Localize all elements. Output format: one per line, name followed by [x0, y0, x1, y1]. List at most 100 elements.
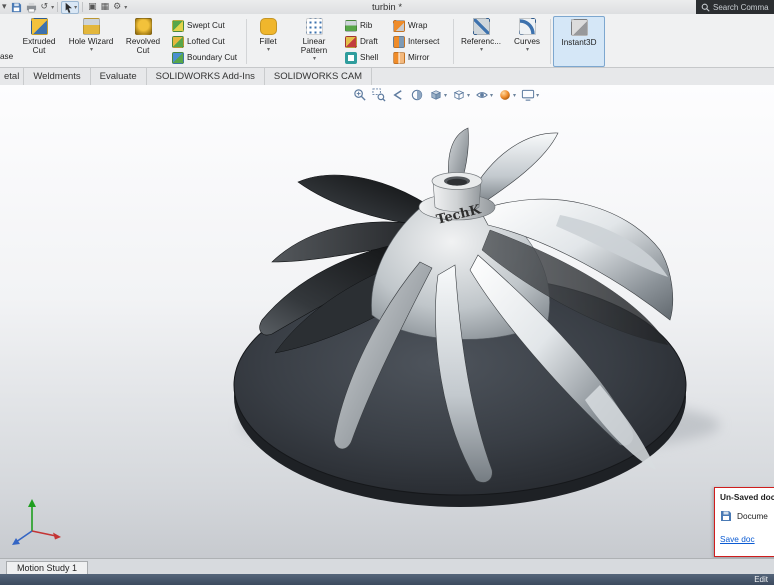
button-label: Curves: [514, 37, 540, 46]
extruded-cut-icon: [30, 18, 48, 35]
model-canvas: TechK: [12, 127, 720, 545]
button-label: Fillet: [259, 37, 277, 46]
status-bar: Edit: [0, 574, 774, 585]
group-divider: [246, 19, 247, 64]
undo-dropdown-icon[interactable]: ▾: [51, 4, 54, 11]
tab-solidworks-cam[interactable]: SOLIDWORKS CAM: [265, 68, 373, 85]
dropdown-arrow-icon[interactable]: ▾: [480, 46, 483, 53]
menu-chevron-icon[interactable]: ▾: [0, 1, 9, 13]
intersect-button[interactable]: Intersect: [391, 34, 449, 49]
graphics-viewport[interactable]: TechK ▾ ▾ ▾ ▾ ▾: [0, 85, 774, 558]
revolved-cut-button[interactable]: Revolved Cut: [118, 16, 168, 67]
section-view-icon[interactable]: [410, 88, 424, 102]
draft-icon: [345, 35, 357, 48]
save-icon[interactable]: [9, 1, 24, 13]
button-label: Extruded Cut: [22, 37, 56, 56]
fillet-button[interactable]: Fillet ▾: [249, 16, 287, 67]
search-commands-box[interactable]: Search Comma: [696, 0, 774, 14]
swept-cut-icon: [172, 19, 184, 32]
rebuild-icon[interactable]: ▣: [86, 1, 99, 13]
swept-cut-button[interactable]: Swept Cut: [170, 18, 242, 33]
linear-pattern-button[interactable]: Linear Pattern ▾: [287, 16, 341, 67]
search-label: Search Comma: [713, 2, 769, 12]
lofted-cut-icon: [172, 35, 184, 48]
hide-show-items-icon[interactable]: ▾: [475, 88, 493, 102]
view-settings-icon[interactable]: ▾: [521, 88, 539, 102]
tab-label: Motion Study 1: [17, 563, 78, 573]
undo-icon[interactable]: ↺: [39, 1, 51, 13]
dropdown-arrow-icon[interactable]: ▾: [90, 46, 93, 53]
previous-view-icon[interactable]: [391, 88, 405, 102]
boundary-cut-icon: [172, 51, 184, 64]
hole-wizard-icon: [82, 18, 100, 35]
lofted-cut-button[interactable]: Lofted Cut: [170, 34, 242, 49]
status-text: Edit: [754, 575, 768, 584]
button-label: Revolved Cut: [125, 37, 161, 56]
tab-evaluate[interactable]: Evaluate: [91, 68, 147, 85]
impeller-blade: [297, 174, 429, 226]
print-icon[interactable]: [24, 1, 39, 13]
button-label: Hole Wizard: [68, 37, 114, 46]
button-label: Wrap: [408, 21, 428, 30]
mirror-button[interactable]: Mirror: [391, 50, 449, 65]
dropdown-arrow-icon[interactable]: ▾: [444, 92, 447, 99]
tab-label: etal: [4, 71, 20, 82]
display-style-icon[interactable]: ▾: [452, 88, 470, 102]
partial-button-label: ase: [0, 52, 14, 61]
tab-motion-study-1[interactable]: Motion Study 1: [6, 561, 89, 575]
dropdown-arrow-icon[interactable]: ▾: [536, 92, 539, 99]
tab-solidworks-addins[interactable]: SOLIDWORKS Add-Ins: [147, 68, 265, 85]
grid-icon[interactable]: ▦: [99, 1, 112, 13]
shell-button[interactable]: Shell: [343, 50, 387, 65]
fillet-icon: [259, 18, 277, 35]
select-dropdown-icon[interactable]: ▾: [74, 4, 77, 11]
reference-geometry-button[interactable]: Referenc... ▾: [456, 16, 506, 67]
view-orientation-icon[interactable]: ▾: [429, 88, 447, 102]
button-label: Lofted Cut: [187, 37, 225, 46]
rib-button[interactable]: Rib: [343, 18, 387, 33]
hole-wizard-button[interactable]: Hole Wizard ▾: [64, 16, 118, 67]
wrap-button[interactable]: Wrap: [391, 18, 449, 33]
dropdown-arrow-icon[interactable]: ▾: [526, 46, 529, 53]
partial-ribbon-button[interactable]: ase: [0, 16, 14, 67]
curves-button[interactable]: Curves ▾: [506, 16, 548, 67]
options-dropdown-icon[interactable]: ▾: [124, 4, 127, 11]
button-label: Mirror: [408, 53, 430, 62]
cut-small-group: Swept Cut Lofted Cut Boundary Cut: [168, 16, 244, 67]
edit-appearance-icon[interactable]: ▾: [498, 88, 516, 102]
tab-label: Weldments: [33, 71, 81, 82]
command-ribbon: ase Extruded Cut Hole Wizard ▾ Revolved …: [0, 14, 774, 68]
button-label: Referenc...: [460, 37, 502, 46]
draft-button[interactable]: Draft: [343, 34, 387, 49]
extruded-cut-button[interactable]: Extruded Cut: [14, 16, 64, 67]
button-label: Boundary Cut: [187, 53, 238, 62]
button-label: Intersect: [408, 37, 440, 46]
tab-sheet-metal-partial[interactable]: etal: [0, 68, 25, 85]
mirror-icon: [393, 51, 405, 64]
wrap-small-group: Wrap Intersect Mirror: [389, 16, 451, 67]
button-label: Rib: [360, 21, 373, 30]
zoom-area-icon[interactable]: [372, 88, 386, 102]
tab-label: Evaluate: [99, 71, 137, 82]
dropdown-arrow-icon[interactable]: ▾: [313, 55, 316, 62]
button-label: Draft: [360, 37, 378, 46]
select-cursor-button[interactable]: ▾: [61, 0, 80, 14]
save-document-link[interactable]: Save doc: [720, 534, 755, 544]
tab-weldments[interactable]: Weldments: [24, 68, 91, 85]
rib-small-group: Rib Draft Shell: [341, 16, 389, 67]
zoom-fit-icon[interactable]: [353, 88, 367, 102]
instant3d-button[interactable]: Instant3D: [553, 16, 605, 67]
rib-icon: [345, 19, 357, 32]
dropdown-arrow-icon[interactable]: ▾: [467, 92, 470, 99]
dropdown-arrow-icon[interactable]: ▾: [513, 92, 516, 99]
dropdown-arrow-icon[interactable]: ▾: [267, 46, 270, 53]
boundary-cut-button[interactable]: Boundary Cut: [170, 50, 242, 65]
button-label: Linear Pattern: [300, 37, 328, 56]
impeller-bore-inner: [447, 178, 467, 186]
wrap-icon: [393, 19, 405, 32]
command-tab-bar: etal Weldments Evaluate SOLIDWORKS Add-I…: [0, 68, 774, 86]
options-gear-icon[interactable]: ⚙: [111, 1, 123, 13]
impeller-blade: [469, 132, 559, 206]
search-icon: [701, 3, 710, 12]
dropdown-arrow-icon[interactable]: ▾: [490, 92, 493, 99]
